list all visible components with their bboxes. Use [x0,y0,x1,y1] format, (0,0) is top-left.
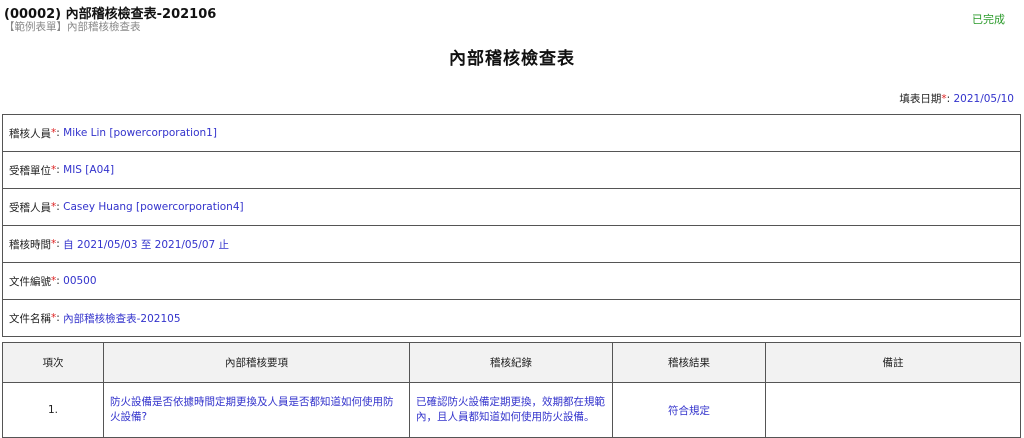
form-title: 內部稽核檢查表 [449,49,575,69]
status-badge: 已完成 [972,13,1005,26]
field-label: 稽核人員 [9,127,51,140]
header-audit-record: 稽核紀錄 [409,342,613,383]
table-row: 1. 防火設備是否依據時間定期更換及人員是否都知道如何使用防火設備? 已確認防火… [2,382,1021,438]
table-header-row: 項次 內部稽核要項 稽核紀錄 稽核結果 備註 [2,342,1021,383]
header-audit-result: 稽核結果 [612,342,766,383]
field-audit-time: 稽核時間 *: 自 2021/05/03 至 2021/05/07 止 [2,226,1021,263]
cell-item-no: 1. [2,382,104,438]
field-value: Mike Lin [powercorporation1] [63,127,217,139]
fill-date-value: 2021/05/10 [953,93,1014,105]
field-doc-number: 文件編號 *: 00500 [2,263,1021,300]
fill-date-label: 填表日期 [899,93,942,105]
field-auditee: 受稽人員 *: Casey Huang [powercorporation4] [2,189,1021,226]
field-label: 文件名稱 [9,312,51,325]
fill-date: 填表日期*: 2021/05/10 [899,93,1014,105]
field-value: Casey Huang [powercorporation4] [63,201,244,213]
form-fields: 稽核人員 *: Mike Lin [powercorporation1] 受稽單位… [2,114,1021,337]
audit-items-table: 項次 內部稽核要項 稽核紀錄 稽核結果 備註 1. 防火設備是否依據時間定期更換… [2,342,1021,438]
cell-audit-item: 防火設備是否依據時間定期更換及人員是否都知道如何使用防火設備? [103,382,410,438]
header-audit-item: 內部稽核要項 [103,342,410,383]
field-label: 稽核時間 [9,238,51,251]
page-header-subtitle: 【範例表單】內部稽核檢查表 [4,21,141,33]
header-note: 備註 [765,342,1021,383]
field-value: MIS [A04] [63,164,115,176]
field-auditor: 稽核人員 *: Mike Lin [powercorporation1] [2,115,1021,152]
field-doc-name: 文件名稱 *: 內部稽核檢查表-202105 [2,300,1021,337]
field-value: 自 2021/05/03 至 2021/05/07 止 [63,238,230,251]
field-label: 受稽單位 [9,164,51,177]
field-audited-unit: 受稽單位 *: MIS [A04] [2,152,1021,189]
cell-audit-record: 已確認防火設備定期更換，效期都在規範內，且人員都知道如何使用防火設備。 [409,382,613,438]
field-value: 內部稽核檢查表-202105 [63,312,181,325]
field-label: 受稽人員 [9,201,51,214]
cell-audit-result: 符合規定 [612,382,766,438]
field-label: 文件編號 [9,275,51,288]
cell-note [765,382,1021,438]
field-value: 00500 [63,275,97,287]
header-item-no: 項次 [2,342,104,383]
